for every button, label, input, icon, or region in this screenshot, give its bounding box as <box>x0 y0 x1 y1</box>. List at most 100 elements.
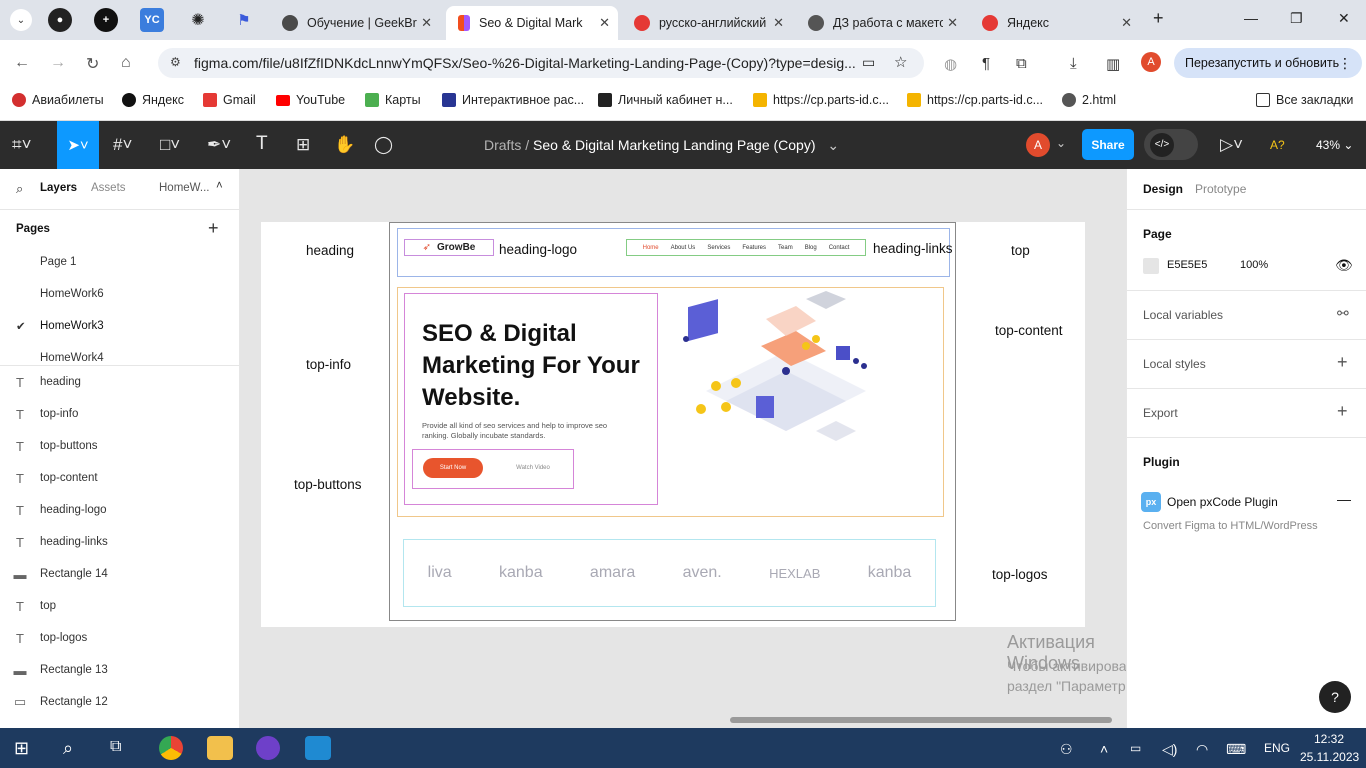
clock-time[interactable]: 12:32 <box>1314 732 1344 746</box>
bookmark[interactable]: 2.html <box>1062 93 1116 107</box>
breadcrumb-drafts[interactable]: Drafts <box>484 137 521 153</box>
top-info-frame[interactable]: SEO & Digital Marketing For Your Website… <box>404 293 658 505</box>
chrome-app-icon[interactable] <box>159 736 183 760</box>
nav-about[interactable]: About Us <box>671 245 696 251</box>
battery-icon[interactable]: ▭ <box>1130 741 1141 755</box>
canvas-label-top-logos[interactable]: top-logos <box>992 567 1048 582</box>
pinned-tab-yc[interactable]: YC <box>140 8 164 32</box>
bookmark[interactable]: https://cp.parts-id.c... <box>753 93 889 107</box>
local-variables[interactable]: Local variables <box>1143 308 1223 322</box>
page-item-current[interactable]: HomeWork3 <box>40 320 104 332</box>
close-window-button[interactable]: ✕ <box>1338 10 1350 27</box>
dev-mode-toggle[interactable]: </> <box>1144 129 1198 160</box>
tab-search-button[interactable]: ⌄ <box>10 9 32 31</box>
search-icon[interactable]: ⌕ <box>16 181 23 197</box>
browser-tab[interactable]: Обучение | GeekBrains ✕ <box>270 6 440 40</box>
heading-logo-frame[interactable]: ➶ GrowBe <box>404 239 494 256</box>
chevron-up-icon[interactable]: ˄ <box>216 180 223 192</box>
heading-links-frame[interactable]: Home About Us Services Features Team Blo… <box>626 239 866 256</box>
rectangle-tool-icon[interactable]: □˅ <box>160 135 180 155</box>
canvas-label-top-buttons[interactable]: top-buttons <box>294 477 362 492</box>
frame-tool-icon[interactable]: #˅ <box>113 135 132 155</box>
plugin-name[interactable]: Open pxCode Plugin <box>1167 495 1278 509</box>
site-info-icon[interactable]: ⚙ <box>170 55 181 69</box>
nav-blog[interactable]: Blog <box>805 245 817 251</box>
page-switcher[interactable]: HomeW... <box>159 182 209 194</box>
bookmark[interactable]: Карты <box>365 93 421 107</box>
tab-prototype[interactable]: Prototype <box>1195 182 1246 196</box>
page-item[interactable]: HomeWork4 <box>40 352 104 364</box>
present-icon[interactable]: ▷˅ <box>1220 135 1243 155</box>
hand-tool-icon[interactable]: ✋ <box>334 135 355 155</box>
github-desktop-icon[interactable] <box>256 736 280 760</box>
comment-tool-icon[interactable]: ◯ <box>374 135 393 155</box>
close-icon[interactable]: ✕ <box>599 15 610 31</box>
top-buttons-frame[interactable]: Start Now Watch Video <box>412 449 574 489</box>
close-icon[interactable]: ✕ <box>421 15 432 31</box>
layer-row[interactable]: Ttop-logos <box>0 622 239 654</box>
pinned-tab-plus[interactable]: + <box>94 8 118 32</box>
task-view-icon[interactable]: ⧉ <box>110 738 121 756</box>
zoom-level[interactable]: 43% ⌄ <box>1316 138 1353 152</box>
download-icon[interactable]: ⤓ <box>1070 55 1077 72</box>
close-icon[interactable]: ✕ <box>773 15 784 31</box>
layer-row[interactable]: Ttop <box>0 590 239 622</box>
browser-tab-active[interactable]: Seo & Digital Marketing ✕ <box>446 6 618 40</box>
browser-tab[interactable]: Яндекс ✕ <box>970 6 1140 40</box>
search-icon[interactable]: ⌕ <box>63 738 73 759</box>
horizontal-scrollbar[interactable] <box>730 717 1112 723</box>
clock-date[interactable]: 25.11.2023 <box>1300 750 1359 764</box>
canvas-label-top-info[interactable]: top-info <box>306 357 351 372</box>
translate-icon[interactable]: ◍ <box>944 55 957 73</box>
all-bookmarks[interactable]: Все закладки <box>1256 93 1353 107</box>
maximize-button[interactable]: ❐ <box>1290 10 1303 27</box>
more-icon[interactable]: ⋮ <box>1338 55 1352 72</box>
bookmark[interactable]: Авиабилеты <box>12 93 104 107</box>
export[interactable]: Export <box>1143 406 1178 420</box>
page-opacity-value[interactable]: 100% <box>1240 259 1268 271</box>
nav-home[interactable]: Home <box>643 245 659 251</box>
bookmark[interactable]: https://cp.parts-id.c... <box>907 93 1043 107</box>
heading-logo-label[interactable]: heading-logo <box>499 242 577 257</box>
layer-row[interactable]: Theading <box>0 366 239 398</box>
extensions-icon[interactable]: ⧉ <box>1016 55 1027 72</box>
chevron-down-icon[interactable]: ⌄ <box>827 137 839 153</box>
people-icon[interactable]: ⚇ <box>1060 741 1073 758</box>
resources-icon[interactable]: ⊞ <box>296 135 310 155</box>
bookmark[interactable]: Gmail <box>203 93 256 107</box>
add-style-icon[interactable]: + <box>1337 352 1348 373</box>
keyboard-icon[interactable]: ⌨ <box>1226 741 1246 758</box>
top-content-frame[interactable]: SEO & Digital Marketing For Your Website… <box>397 287 944 517</box>
close-icon[interactable]: ✕ <box>947 15 958 31</box>
close-icon[interactable]: ✕ <box>1121 15 1132 31</box>
windows-start-icon[interactable]: ⊞ <box>14 738 29 759</box>
layer-row[interactable]: Theading-links <box>0 526 239 558</box>
sidepanel-icon[interactable]: ▥ <box>1106 55 1120 73</box>
tab-layers[interactable]: Layers <box>40 182 77 194</box>
page-item[interactable]: HomeWork6 <box>40 288 104 300</box>
layer-row[interactable]: Ttop-info <box>0 398 239 430</box>
language-indicator[interactable]: ENG <box>1264 741 1290 755</box>
volume-icon[interactable]: ◁) <box>1162 741 1177 758</box>
tab-assets[interactable]: Assets <box>91 182 126 194</box>
add-export-icon[interactable]: + <box>1337 401 1348 422</box>
local-styles[interactable]: Local styles <box>1143 357 1206 371</box>
bookmark[interactable]: Личный кабинет н... <box>598 93 733 107</box>
layer-row[interactable]: Theading-logo <box>0 494 239 526</box>
canvas-label-heading[interactable]: heading <box>306 243 354 258</box>
page-color-swatch[interactable] <box>1143 258 1159 274</box>
layer-row[interactable]: ▬ Rectangle 14 <box>0 558 239 590</box>
variables-icon[interactable]: ⚯ <box>1337 305 1349 322</box>
pinned-tab-flag[interactable]: ⚑ <box>232 8 256 32</box>
browser-tab[interactable]: ДЗ работа с макетом ✕ <box>796 6 966 40</box>
extension-paragraph-icon[interactable]: ¶ <box>982 55 990 72</box>
reload-button[interactable]: ↻ <box>86 54 99 74</box>
pinned-tab-openai[interactable]: ✺ <box>186 8 210 32</box>
browser-tab[interactable]: русско-английский ✕ <box>622 6 792 40</box>
heading-links-label[interactable]: heading-links <box>873 241 953 256</box>
clipboard-icon[interactable]: ▭ <box>862 54 875 71</box>
pinned-tab-github[interactable]: ● <box>48 8 72 32</box>
address-bar[interactable]: ⚙ figma.com/file/u8IfZfIDNKdcLnnwYmQFSx/… <box>158 48 924 78</box>
file-name[interactable]: Seo & Digital Marketing Landing Page (Co… <box>533 137 816 153</box>
remove-plugin-icon[interactable]: — <box>1337 491 1351 507</box>
